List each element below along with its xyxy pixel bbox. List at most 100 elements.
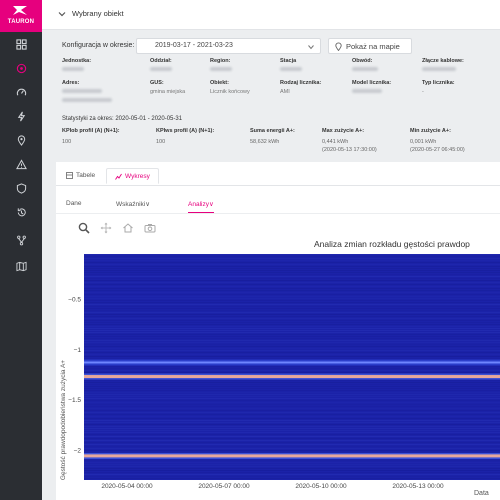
y-tick-label: −1 — [74, 347, 82, 354]
sidebar: TAURON — [0, 0, 42, 500]
heatmap-row — [84, 264, 500, 265]
sidebar-item-energy[interactable] — [0, 106, 42, 126]
heatmap-row — [84, 330, 500, 331]
warning-icon — [15, 158, 27, 169]
heatmap-row — [84, 302, 500, 303]
info-cell: Złącze kablowe: — [422, 58, 464, 73]
heatmap-row — [84, 344, 500, 345]
info-cell: Obwód: — [352, 58, 378, 73]
sidebar-item-network[interactable] — [0, 230, 42, 250]
heatmap-row — [84, 432, 500, 433]
sidebar-item-alerts[interactable] — [0, 154, 42, 174]
sidebar-item-history[interactable] — [0, 202, 42, 222]
heatmap-row — [84, 274, 500, 275]
heatmap-row — [84, 366, 500, 367]
object-info-grid: Jednostka: Oddział: Region: Stacja Obwód… — [56, 56, 500, 108]
view-tabs: Tabele Wykresy — [56, 164, 500, 186]
heatmap-row — [84, 308, 500, 309]
heatmap-row — [84, 300, 500, 301]
heatmap-row — [84, 312, 500, 313]
info-cell: Oddział: — [150, 58, 172, 73]
gauge-icon — [16, 88, 26, 96]
stat-min-usage: Min zużycie A+: 0,001 kWh (2020-05-27 06:4… — [410, 128, 465, 153]
tauron-logo[interactable]: TAURON — [0, 0, 42, 32]
heatmap-row — [84, 398, 500, 399]
heatmap-row — [84, 440, 500, 441]
history-icon — [17, 207, 26, 216]
heatmap-row — [84, 298, 500, 299]
heatmap-row — [84, 470, 500, 471]
heatmap-row — [84, 438, 500, 439]
stat-kpi-ob: KPIob profil (A) (N+1): 100 — [62, 128, 120, 145]
sidebar-item-location[interactable] — [0, 130, 42, 150]
heatmap-band — [84, 361, 500, 364]
heatmap-row — [84, 326, 500, 327]
y-axis-label: Gęstość prawdopodobieństwa zużycia A+ — [60, 360, 67, 480]
heatmap-row — [84, 332, 500, 333]
heatmap-row — [84, 256, 500, 257]
y-tick-label: −1.5 — [68, 397, 81, 404]
heatmap-row — [84, 420, 500, 421]
heatmap-row — [84, 320, 500, 321]
heatmap-row — [84, 340, 500, 341]
grid-icon — [15, 38, 27, 50]
subtab-indicators[interactable]: Wskaźniki∨ — [116, 200, 150, 208]
heatmap-plot[interactable]: Analiza zmian rozkładu gęstości prawdop … — [56, 232, 500, 500]
heatmap-row — [84, 418, 500, 419]
x-axis-ticks: 2020-05-04 00:00 2020-05-07 00:00 2020-05-… — [101, 483, 444, 490]
heatmap-row — [84, 372, 500, 373]
info-cell: Stacja — [280, 58, 302, 73]
sidebar-item-dashboard[interactable] — [0, 34, 42, 54]
heatmap-row — [84, 466, 500, 467]
sidebar-item-object[interactable] — [0, 58, 42, 78]
heatmap-row — [84, 356, 500, 357]
heatmap-row — [84, 294, 500, 295]
chevron-down-icon[interactable] — [58, 10, 66, 18]
subtab-data[interactable]: Dane — [66, 200, 82, 207]
map-icon — [15, 261, 27, 271]
target-icon — [16, 63, 26, 73]
heatmap-row — [84, 328, 500, 329]
heatmap-row — [84, 310, 500, 311]
subtab-analyses[interactable]: Analizy∨ — [188, 200, 214, 213]
tab-charts[interactable]: Wykresy — [106, 168, 159, 184]
heatmap-row — [84, 412, 500, 413]
x-tick-label: 2020-05-07 00:00 — [198, 483, 250, 490]
chart-subtabs: Dane Wskaźniki∨ Analizy∨ — [56, 194, 500, 214]
info-cell: Model licznika: — [352, 80, 391, 95]
config-range-select[interactable]: 2019-03-17 - 2021-03-23 — [136, 38, 321, 54]
info-cell: Adres: — [62, 80, 112, 104]
tab-tables[interactable]: Tabele — [58, 168, 103, 184]
x-axis-label: Data — [474, 490, 489, 497]
heatmap-row — [84, 428, 500, 429]
stat-energy-sum: Suma energii A+: 58,632 kWh — [250, 128, 295, 145]
heatmap-row — [84, 388, 500, 389]
app-window: TAURON Wybrany obiekt Konfiguracja w okr… — [0, 0, 500, 500]
sidebar-item-map[interactable] — [0, 256, 42, 276]
heatmap-row — [84, 452, 500, 453]
heatmap-row — [84, 468, 500, 469]
heatmap-row — [84, 414, 500, 415]
heatmap-row — [84, 474, 500, 475]
show-on-map-label: Pokaż na mapie — [346, 42, 400, 51]
heatmap-row — [84, 254, 500, 255]
heatmap-row — [84, 318, 500, 319]
heatmap-row — [84, 296, 500, 297]
sidebar-item-gauge[interactable] — [0, 82, 42, 102]
sidebar-item-security[interactable] — [0, 178, 42, 198]
heatmap-row — [84, 478, 500, 479]
heatmap-row — [84, 400, 500, 401]
heatmap-row — [84, 314, 500, 315]
heatmap-row — [84, 358, 500, 359]
heatmap-area — [84, 254, 500, 480]
heatmap-row — [84, 422, 500, 423]
x-tick-label: 2020-05-04 00:00 — [101, 483, 153, 490]
heatmap-row — [84, 306, 500, 307]
heatmap-row — [84, 416, 500, 417]
heatmap-row — [84, 426, 500, 427]
show-on-map-button[interactable]: Pokaż na mapie — [328, 38, 412, 54]
heatmap-row — [84, 258, 500, 259]
y-tick-label: −2 — [74, 447, 82, 454]
table-icon — [66, 172, 73, 179]
heatmap-row — [84, 342, 500, 343]
